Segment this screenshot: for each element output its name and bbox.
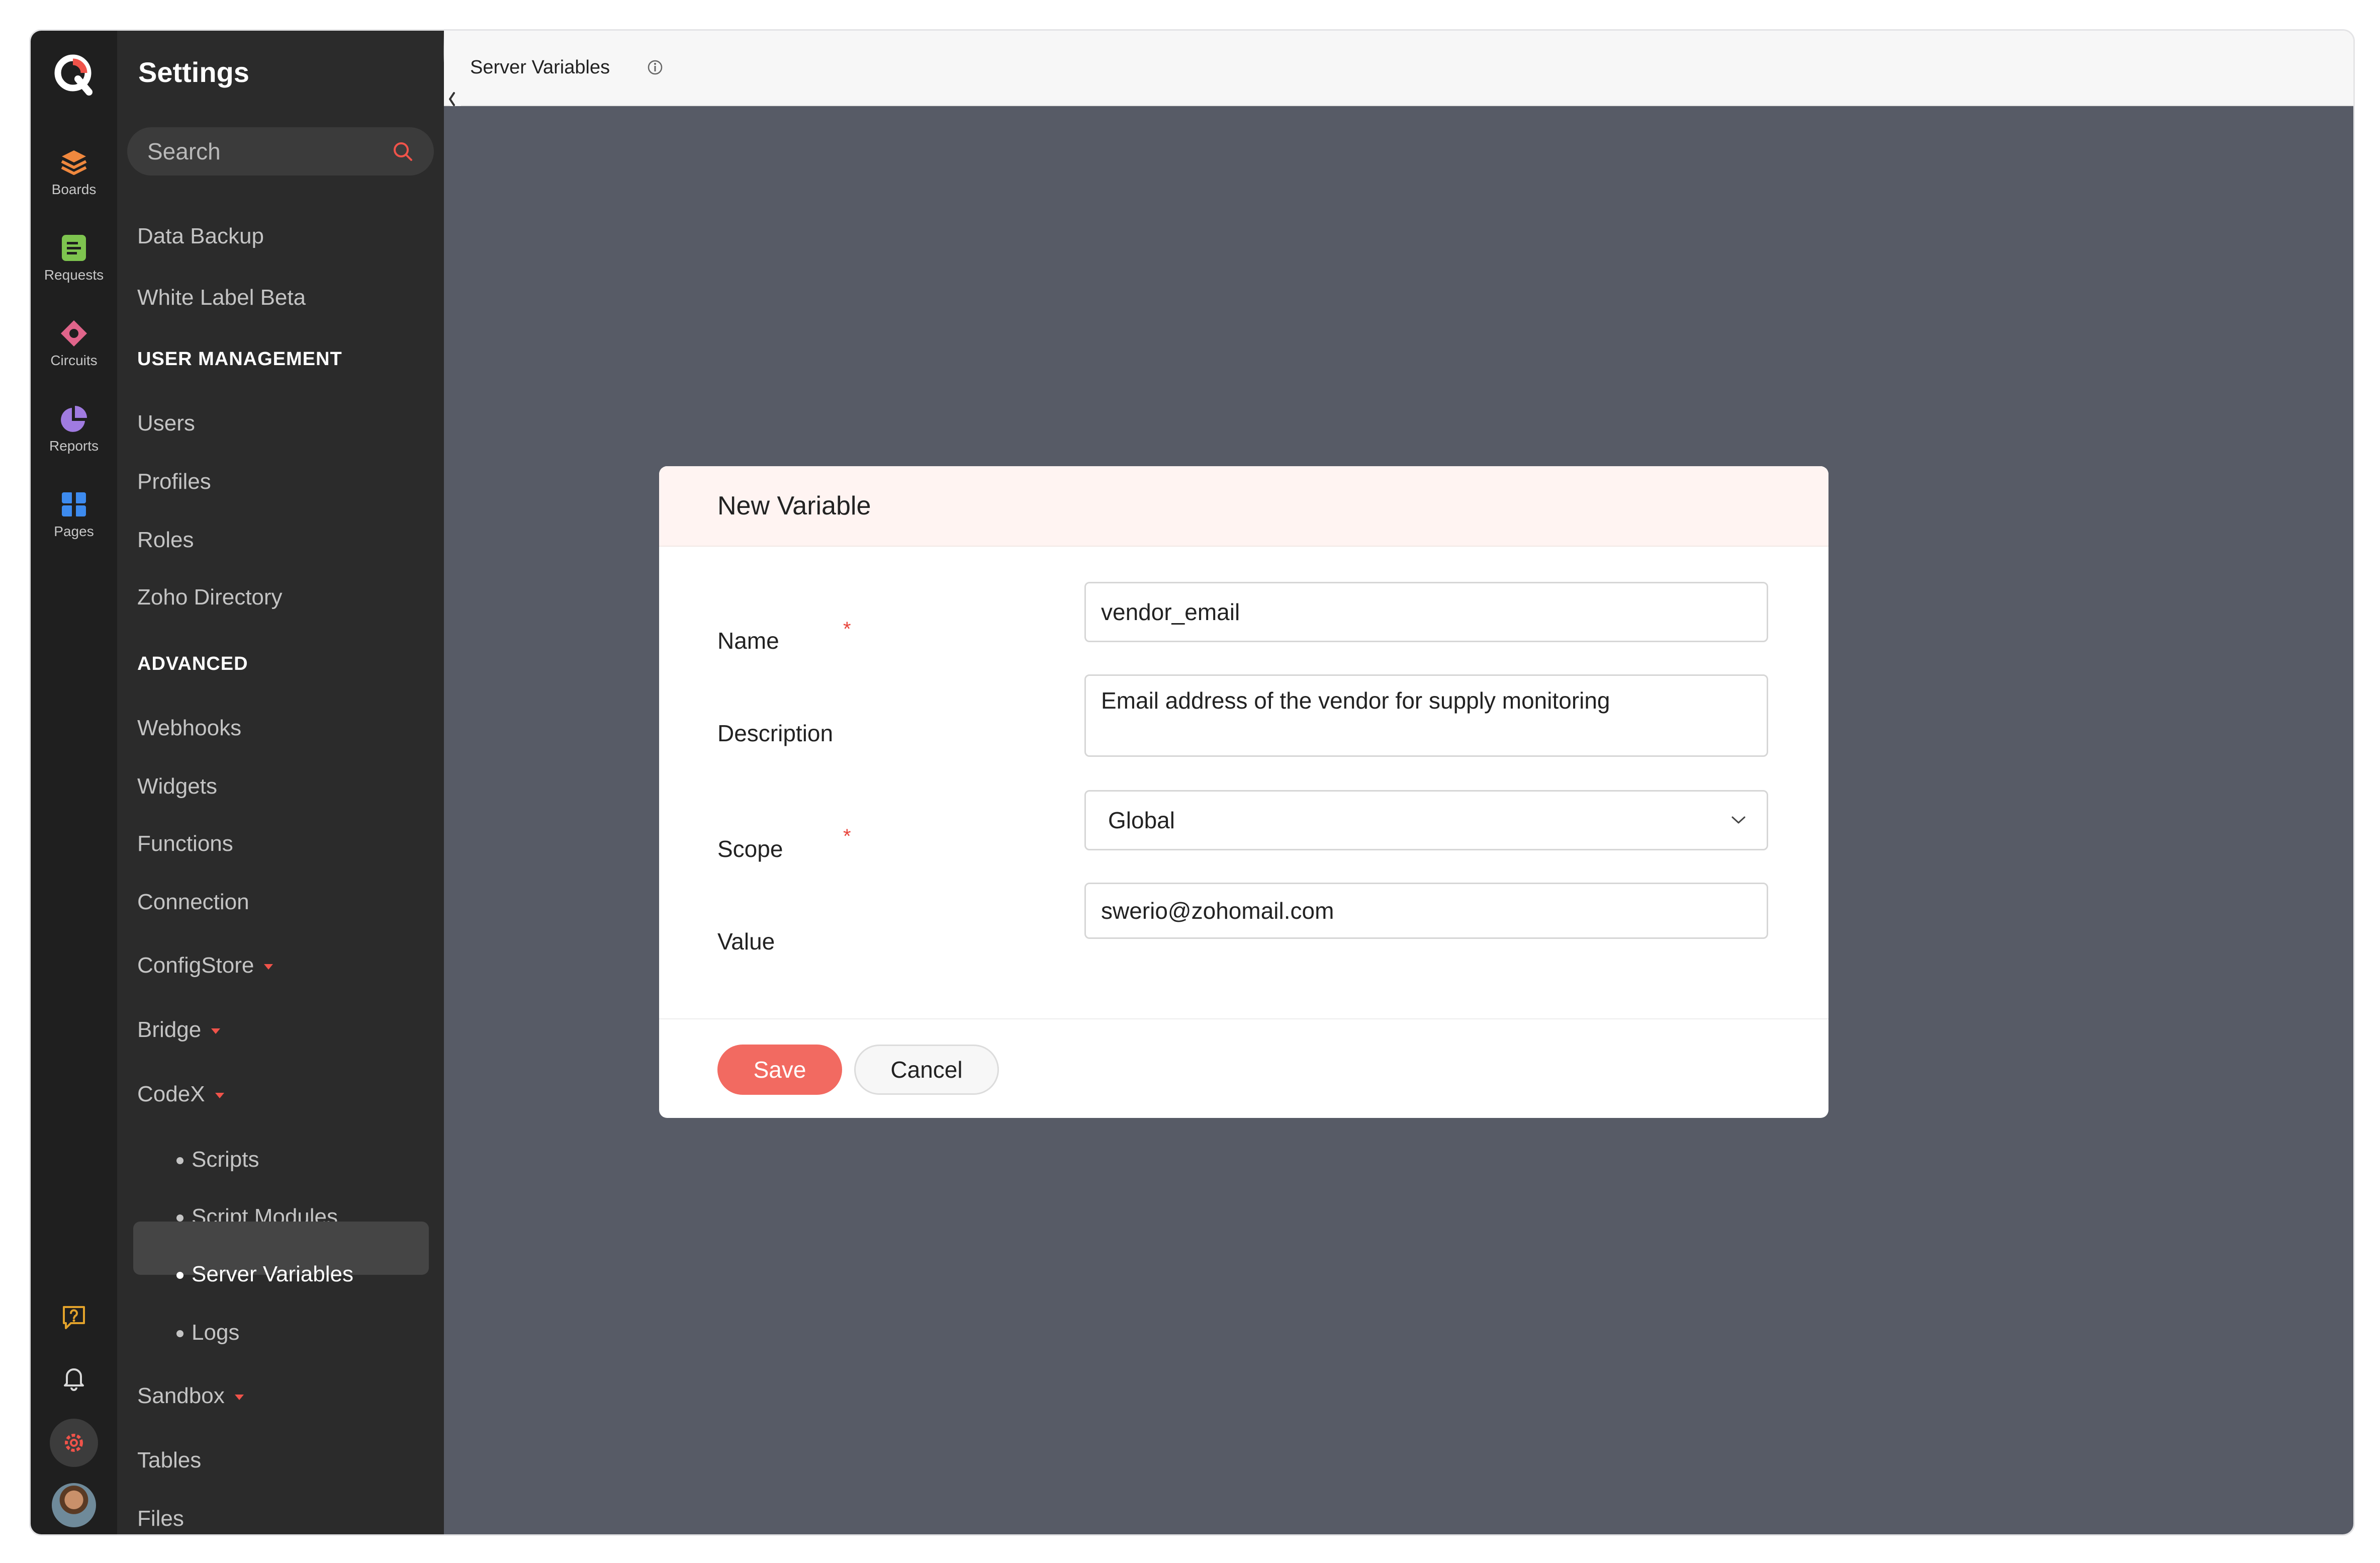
nav-item-white-label[interactable]: White Label Beta — [137, 285, 306, 310]
help-icon — [63, 1306, 85, 1329]
value-field-value: swerio@zohomail.com — [1101, 898, 1334, 924]
nav-item-codex-label: CodeX — [137, 1082, 205, 1106]
nav-item-data-backup[interactable]: Data Backup — [137, 224, 264, 249]
nav-item-configstore-label: ConfigStore — [137, 953, 254, 978]
nav-subitem-logs[interactable]: Logs — [176, 1320, 239, 1345]
nav-subitem-server-variables-label: Server Variables — [192, 1262, 353, 1286]
scope-select-value: Global — [1108, 807, 1175, 833]
app-window: Boards Requests Circuits Reports Pages S… — [29, 29, 2355, 1536]
name-field[interactable]: vendor_email — [1084, 582, 1768, 642]
nav-subitem-scripts[interactable]: Scripts — [176, 1147, 259, 1172]
value-label: Value — [717, 928, 775, 954]
description-field[interactable]: Email address of the vendor for supply m… — [1084, 674, 1768, 757]
description-label: Description — [717, 720, 834, 746]
nav-item-zoho-directory[interactable]: Zoho Directory — [137, 585, 283, 610]
rail-pages[interactable]: Pages — [31, 489, 117, 565]
description-field-value: Email address of the vendor for supply m… — [1101, 687, 1610, 714]
gear-icon — [65, 1434, 83, 1452]
bullet-icon — [176, 1214, 184, 1222]
rail-boards[interactable]: Boards — [31, 147, 117, 223]
scope-select[interactable]: Global — [1084, 790, 1768, 850]
bullet-icon — [176, 1330, 184, 1338]
chevron-down-icon — [1731, 816, 1746, 824]
settings-button[interactable] — [31, 1419, 117, 1467]
section-heading-user-management: USER MANAGEMENT — [137, 349, 342, 370]
nav-item-tables[interactable]: Tables — [137, 1448, 201, 1473]
avatar — [52, 1483, 96, 1527]
name-label: Name — [717, 628, 779, 654]
settings-panel: Settings Search Data Backup White Label … — [117, 31, 444, 1534]
page-title: Server Variables — [470, 57, 610, 78]
info-icon[interactable] — [647, 59, 664, 76]
required-marker: * — [843, 825, 851, 847]
notifications-button[interactable] — [31, 1363, 117, 1392]
nav-item-users[interactable]: Users — [137, 411, 195, 436]
nav-item-connection[interactable]: Connection — [137, 890, 249, 915]
rail-reports-label: Reports — [49, 438, 99, 454]
nav-item-sandbox[interactable]: Sandbox — [137, 1383, 244, 1409]
reports-icon — [61, 406, 87, 432]
nav-subitem-logs-label: Logs — [192, 1320, 240, 1345]
dialog-footer: Save Cancel — [659, 1018, 1828, 1118]
rail-requests[interactable]: Requests — [31, 233, 117, 308]
rail-circuits[interactable]: Circuits — [31, 318, 117, 394]
nav-item-widgets[interactable]: Widgets — [137, 774, 217, 799]
pages-icon — [62, 491, 86, 517]
nav-item-files[interactable]: Files — [137, 1506, 184, 1531]
rail-requests-label: Requests — [44, 267, 104, 283]
search-placeholder: Search — [147, 138, 221, 164]
rail-boards-label: Boards — [51, 182, 97, 197]
nav-item-webhooks[interactable]: Webhooks — [137, 716, 241, 741]
save-button[interactable]: Save — [717, 1045, 842, 1095]
nav-item-bridge[interactable]: Bridge — [137, 1017, 221, 1043]
caret-down-icon — [215, 1092, 224, 1098]
section-heading-advanced: ADVANCED — [137, 653, 248, 674]
rail-circuits-label: Circuits — [50, 353, 98, 368]
user-avatar[interactable] — [31, 1483, 117, 1527]
rail-pages-label: Pages — [54, 524, 94, 539]
boards-icon — [61, 150, 87, 175]
icon-rail: Boards Requests Circuits Reports Pages — [31, 31, 117, 1534]
required-marker: * — [843, 618, 851, 640]
nav-subitem-server-variables[interactable]: Server Variables — [176, 1262, 353, 1287]
nav-subitem-scripts-label: Scripts — [192, 1147, 259, 1172]
cancel-button[interactable]: Cancel — [854, 1045, 999, 1095]
settings-search-input[interactable]: Search — [127, 127, 434, 176]
dialog-title: New Variable — [659, 466, 1828, 547]
circuits-icon — [61, 320, 87, 346]
nav-item-functions[interactable]: Functions — [137, 831, 233, 856]
requests-icon — [62, 235, 86, 261]
value-field[interactable]: swerio@zohomail.com — [1084, 883, 1768, 939]
caret-down-icon — [234, 1394, 244, 1400]
new-variable-dialog: New Variable Name * vendor_email Descrip… — [659, 466, 1828, 1118]
app-logo-icon[interactable] — [49, 50, 99, 100]
name-field-value: vendor_email — [1101, 599, 1240, 625]
help-button[interactable] — [31, 1303, 117, 1331]
nav-item-roles[interactable]: Roles — [137, 528, 194, 553]
rail-reports[interactable]: Reports — [31, 404, 117, 479]
nav-item-sandbox-label: Sandbox — [137, 1383, 225, 1408]
search-icon[interactable] — [392, 140, 414, 162]
nav-item-configstore[interactable]: ConfigStore — [137, 953, 273, 978]
bell-icon — [64, 1368, 84, 1391]
nav-item-codex[interactable]: CodeX — [137, 1082, 224, 1107]
settings-button-bg — [50, 1419, 98, 1467]
scope-label: Scope — [717, 836, 783, 862]
bullet-icon — [176, 1157, 184, 1165]
nav-item-profiles[interactable]: Profiles — [137, 469, 211, 494]
page-header: Server Variables — [444, 31, 2353, 106]
settings-title: Settings — [138, 56, 249, 88]
nav-item-bridge-label: Bridge — [137, 1017, 202, 1042]
caret-down-icon — [211, 1028, 221, 1034]
caret-down-icon — [264, 964, 273, 970]
bullet-icon — [176, 1272, 184, 1279]
